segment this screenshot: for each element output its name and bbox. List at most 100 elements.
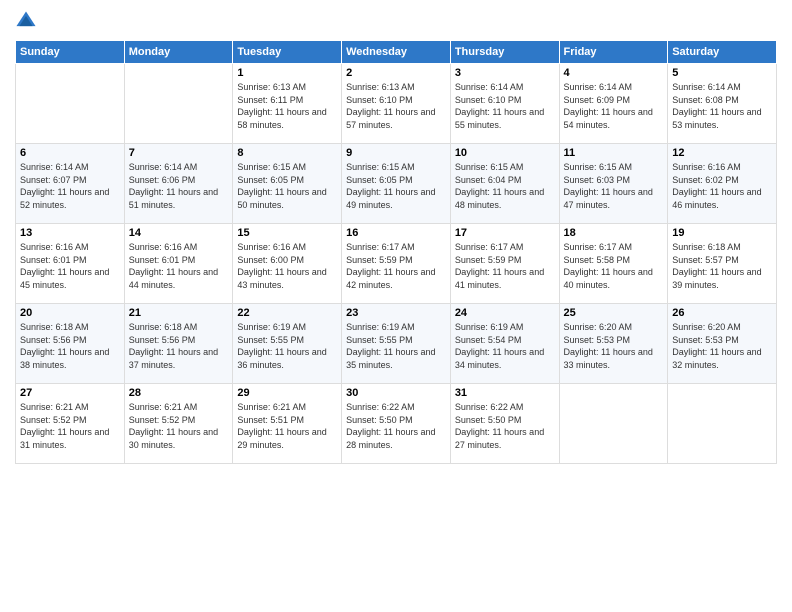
- cell-info: Sunrise: 6:18 AM Sunset: 5:57 PM Dayligh…: [672, 241, 772, 291]
- day-number: 22: [237, 307, 337, 319]
- calendar-cell: 16 Sunrise: 6:17 AM Sunset: 5:59 PM Dayli…: [342, 224, 451, 304]
- cell-info: Sunrise: 6:15 AM Sunset: 6:05 PM Dayligh…: [237, 161, 337, 211]
- cell-info: Sunrise: 6:21 AM Sunset: 5:52 PM Dayligh…: [129, 401, 229, 451]
- calendar-cell: 5 Sunrise: 6:14 AM Sunset: 6:08 PM Daylig…: [668, 64, 777, 144]
- cell-info: Sunrise: 6:19 AM Sunset: 5:55 PM Dayligh…: [346, 321, 446, 371]
- cell-info: Sunrise: 6:17 AM Sunset: 5:59 PM Dayligh…: [346, 241, 446, 291]
- day-number: 20: [20, 307, 120, 319]
- cell-info: Sunrise: 6:14 AM Sunset: 6:07 PM Dayligh…: [20, 161, 120, 211]
- day-number: 15: [237, 227, 337, 239]
- calendar-cell: [559, 384, 668, 464]
- day-number: 12: [672, 147, 772, 159]
- calendar-cell: 23Sunrise: 6:19 AM Sunset: 5:55 PM Dayli…: [342, 304, 451, 384]
- day-number: 3: [455, 67, 555, 79]
- day-number: 29: [237, 387, 337, 399]
- calendar-cell: 15 Sunrise: 6:16 AM Sunset: 6:00 PM Dayli…: [233, 224, 342, 304]
- day-number: 14: [129, 227, 229, 239]
- calendar-cell: 29 Sunrise: 6:21 AM Sunset: 5:51 PM Dayli…: [233, 384, 342, 464]
- cell-info: Sunrise: 6:21 AM Sunset: 5:51 PM Dayligh…: [237, 401, 337, 451]
- cell-info: Sunrise: 6:15 AM Sunset: 6:04 PM Dayligh…: [455, 161, 555, 211]
- calendar-cell: 30Sunrise: 6:22 AM Sunset: 5:50 PM Dayli…: [342, 384, 451, 464]
- cell-info: Sunrise: 6:15 AM Sunset: 6:03 PM Dayligh…: [564, 161, 664, 211]
- calendar-cell: [124, 64, 233, 144]
- cell-info: Sunrise: 6:16 AM Sunset: 6:00 PM Dayligh…: [237, 241, 337, 291]
- day-number: 13: [20, 227, 120, 239]
- calendar-cell: 2 Sunrise: 6:13 AM Sunset: 6:10 PM Daylig…: [342, 64, 451, 144]
- calendar-cell: 13 Sunrise: 6:16 AM Sunset: 6:01 PM Dayli…: [16, 224, 125, 304]
- day-number: 4: [564, 67, 664, 79]
- calendar-cell: 27 Sunrise: 6:21 AM Sunset: 5:52 PM Dayli…: [16, 384, 125, 464]
- cell-info: Sunrise: 6:16 AM Sunset: 6:01 PM Dayligh…: [20, 241, 120, 291]
- cell-info: Sunrise: 6:14 AM Sunset: 6:06 PM Dayligh…: [129, 161, 229, 211]
- calendar-week-row: 13 Sunrise: 6:16 AM Sunset: 6:01 PM Dayli…: [16, 224, 777, 304]
- cell-info: Sunrise: 6:19 AM Sunset: 5:55 PM Dayligh…: [237, 321, 337, 371]
- cell-info: Sunrise: 6:17 AM Sunset: 5:59 PM Dayligh…: [455, 241, 555, 291]
- calendar-header-row: SundayMondayTuesdayWednesdayThursdayFrid…: [16, 41, 777, 64]
- day-number: 10: [455, 147, 555, 159]
- day-number: 11: [564, 147, 664, 159]
- calendar-cell: [16, 64, 125, 144]
- calendar-cell: 4 Sunrise: 6:14 AM Sunset: 6:09 PM Daylig…: [559, 64, 668, 144]
- cell-info: Sunrise: 6:20 AM Sunset: 5:53 PM Dayligh…: [672, 321, 772, 371]
- calendar-cell: 28Sunrise: 6:21 AM Sunset: 5:52 PM Dayli…: [124, 384, 233, 464]
- weekday-header: Thursday: [450, 41, 559, 64]
- calendar-week-row: 6 Sunrise: 6:14 AM Sunset: 6:07 PM Daylig…: [16, 144, 777, 224]
- day-number: 26: [672, 307, 772, 319]
- calendar-cell: 10 Sunrise: 6:15 AM Sunset: 6:04 PM Dayli…: [450, 144, 559, 224]
- day-number: 17: [455, 227, 555, 239]
- calendar-cell: 24Sunrise: 6:19 AM Sunset: 5:54 PM Dayli…: [450, 304, 559, 384]
- logo: [15, 10, 39, 32]
- day-number: 27: [20, 387, 120, 399]
- calendar-cell: 1Sunrise: 6:13 AM Sunset: 6:11 PM Daylig…: [233, 64, 342, 144]
- calendar-cell: 18 Sunrise: 6:17 AM Sunset: 5:58 PM Dayli…: [559, 224, 668, 304]
- cell-info: Sunrise: 6:17 AM Sunset: 5:58 PM Dayligh…: [564, 241, 664, 291]
- day-number: 9: [346, 147, 446, 159]
- calendar-cell: 22 Sunrise: 6:19 AM Sunset: 5:55 PM Dayli…: [233, 304, 342, 384]
- weekday-header: Sunday: [16, 41, 125, 64]
- day-number: 5: [672, 67, 772, 79]
- calendar-cell: 17 Sunrise: 6:17 AM Sunset: 5:59 PM Dayli…: [450, 224, 559, 304]
- cell-info: Sunrise: 6:22 AM Sunset: 5:50 PM Dayligh…: [455, 401, 555, 451]
- cell-info: Sunrise: 6:16 AM Sunset: 6:02 PM Dayligh…: [672, 161, 772, 211]
- calendar-cell: 19 Sunrise: 6:18 AM Sunset: 5:57 PM Dayli…: [668, 224, 777, 304]
- header: [15, 10, 777, 32]
- cell-info: Sunrise: 6:18 AM Sunset: 5:56 PM Dayligh…: [20, 321, 120, 371]
- day-number: 2: [346, 67, 446, 79]
- day-number: 25: [564, 307, 664, 319]
- day-number: 7: [129, 147, 229, 159]
- cell-info: Sunrise: 6:20 AM Sunset: 5:53 PM Dayligh…: [564, 321, 664, 371]
- cell-info: Sunrise: 6:21 AM Sunset: 5:52 PM Dayligh…: [20, 401, 120, 451]
- cell-info: Sunrise: 6:15 AM Sunset: 6:05 PM Dayligh…: [346, 161, 446, 211]
- calendar-week-row: 1Sunrise: 6:13 AM Sunset: 6:11 PM Daylig…: [16, 64, 777, 144]
- day-number: 1: [237, 67, 337, 79]
- calendar-cell: 20 Sunrise: 6:18 AM Sunset: 5:56 PM Dayli…: [16, 304, 125, 384]
- calendar-week-row: 20 Sunrise: 6:18 AM Sunset: 5:56 PM Dayli…: [16, 304, 777, 384]
- cell-info: Sunrise: 6:13 AM Sunset: 6:10 PM Dayligh…: [346, 81, 446, 131]
- day-number: 31: [455, 387, 555, 399]
- calendar-cell: 25 Sunrise: 6:20 AM Sunset: 5:53 PM Dayli…: [559, 304, 668, 384]
- day-number: 16: [346, 227, 446, 239]
- cell-info: Sunrise: 6:14 AM Sunset: 6:08 PM Dayligh…: [672, 81, 772, 131]
- calendar-week-row: 27 Sunrise: 6:21 AM Sunset: 5:52 PM Dayli…: [16, 384, 777, 464]
- day-number: 6: [20, 147, 120, 159]
- calendar-table: SundayMondayTuesdayWednesdayThursdayFrid…: [15, 40, 777, 464]
- day-number: 8: [237, 147, 337, 159]
- cell-info: Sunrise: 6:14 AM Sunset: 6:10 PM Dayligh…: [455, 81, 555, 131]
- cell-info: Sunrise: 6:22 AM Sunset: 5:50 PM Dayligh…: [346, 401, 446, 451]
- calendar-cell: 3 Sunrise: 6:14 AM Sunset: 6:10 PM Daylig…: [450, 64, 559, 144]
- day-number: 21: [129, 307, 229, 319]
- weekday-header: Wednesday: [342, 41, 451, 64]
- weekday-header: Saturday: [668, 41, 777, 64]
- calendar-cell: 26 Sunrise: 6:20 AM Sunset: 5:53 PM Dayli…: [668, 304, 777, 384]
- calendar-cell: 14 Sunrise: 6:16 AM Sunset: 6:01 PM Dayli…: [124, 224, 233, 304]
- day-number: 18: [564, 227, 664, 239]
- calendar-cell: 12 Sunrise: 6:16 AM Sunset: 6:02 PM Dayli…: [668, 144, 777, 224]
- weekday-header: Friday: [559, 41, 668, 64]
- cell-info: Sunrise: 6:18 AM Sunset: 5:56 PM Dayligh…: [129, 321, 229, 371]
- day-number: 19: [672, 227, 772, 239]
- cell-info: Sunrise: 6:14 AM Sunset: 6:09 PM Dayligh…: [564, 81, 664, 131]
- cell-info: Sunrise: 6:16 AM Sunset: 6:01 PM Dayligh…: [129, 241, 229, 291]
- page: SundayMondayTuesdayWednesdayThursdayFrid…: [0, 0, 792, 612]
- calendar-cell: 21 Sunrise: 6:18 AM Sunset: 5:56 PM Dayli…: [124, 304, 233, 384]
- cell-info: Sunrise: 6:19 AM Sunset: 5:54 PM Dayligh…: [455, 321, 555, 371]
